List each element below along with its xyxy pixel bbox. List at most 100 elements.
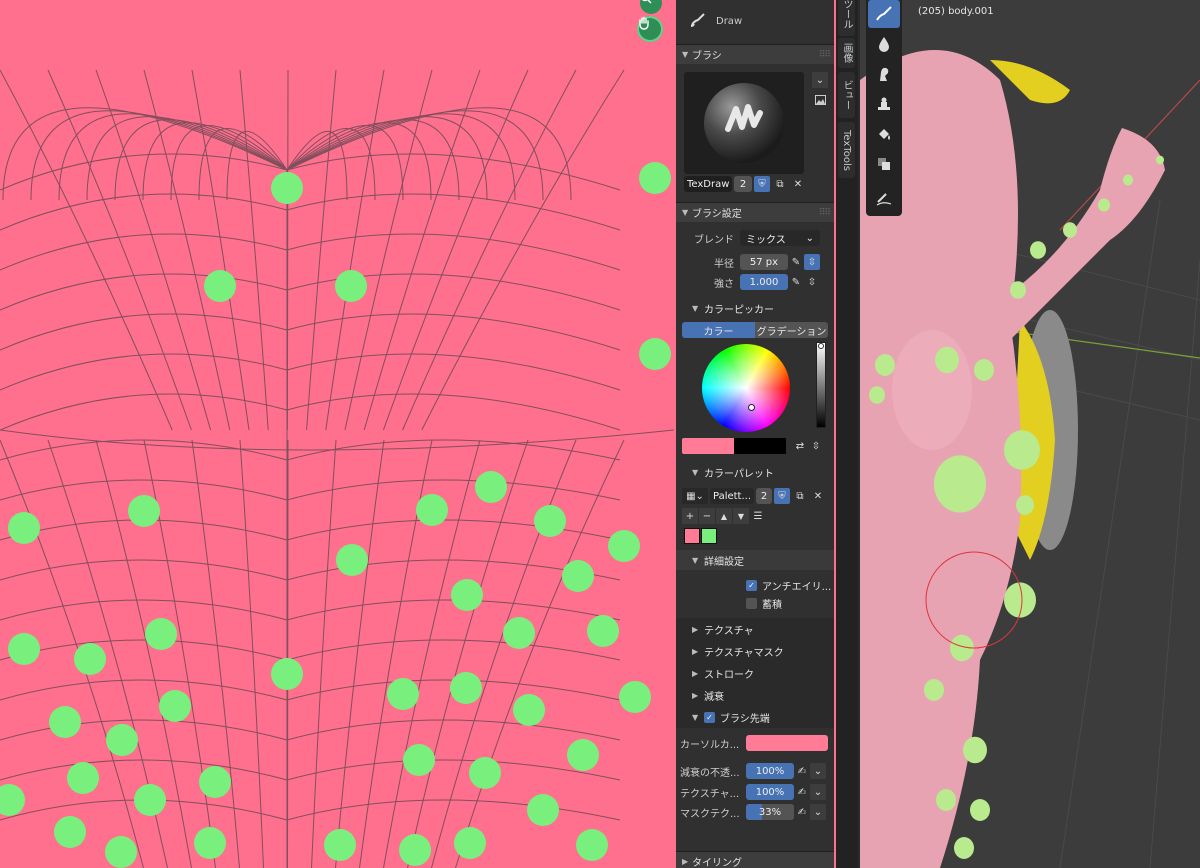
- strength-label: 強さ: [714, 278, 734, 290]
- antialias-checkbox[interactable]: ✓: [746, 579, 757, 591]
- draw-tool-icon[interactable]: [868, 0, 900, 28]
- remove-color-icon[interactable]: −: [699, 508, 715, 524]
- uv-paint-dot: [8, 512, 40, 544]
- texture-section[interactable]: ▶ テクスチャ: [676, 618, 834, 640]
- 3d-viewport[interactable]: (205) body.001: [860, 0, 1200, 868]
- cursor-color-swatch[interactable]: [746, 735, 828, 751]
- falloff-section[interactable]: ▶ 減衰: [676, 684, 834, 706]
- uv-paint-dot: [199, 766, 231, 798]
- color-wheel[interactable]: [702, 344, 790, 432]
- hand-pan-icon[interactable]: [637, 16, 663, 42]
- color-unified-icon[interactable]: ⇳: [808, 438, 824, 454]
- tiling-header[interactable]: ▶ タイリング: [676, 851, 834, 868]
- radius-unit-icon[interactable]: ⇳: [804, 254, 820, 270]
- advanced-settings-header[interactable]: ▼ 詳細設定: [676, 550, 834, 570]
- mask-texture-opacity-value: 33%: [758, 806, 782, 818]
- pen-pressure-icon[interactable]: ✎: [788, 274, 804, 290]
- mesh-paint-dot: [935, 346, 959, 374]
- add-color-icon[interactable]: +: [682, 508, 698, 524]
- close-icon[interactable]: ✕: [790, 176, 806, 192]
- texture-title: テクスチャ: [704, 625, 754, 637]
- palette-name-field[interactable]: Palett...: [710, 488, 754, 504]
- mesh-paint-dot: [1004, 430, 1040, 470]
- texture-opacity-slider[interactable]: 100%: [746, 784, 794, 800]
- brush-icon[interactable]: ✍: [794, 763, 810, 779]
- active-tool-header: Draw: [676, 0, 834, 44]
- uv-paint-dot: [454, 827, 486, 859]
- move-down-icon[interactable]: ▼: [733, 508, 749, 524]
- uv-mesh: [0, 69, 674, 868]
- chevron-right-icon: ▶: [692, 668, 699, 678]
- strength-slider[interactable]: 1.000: [740, 274, 788, 290]
- tab-view[interactable]: ビュー: [838, 72, 855, 118]
- antialias-option[interactable]: ✓ アンチエイリ...: [746, 576, 834, 594]
- color-swatch-row: ⇄ ⇳: [676, 436, 834, 456]
- brush-tip-checkbox[interactable]: ✓: [704, 711, 715, 723]
- tab-tool[interactable]: ツール: [838, 0, 855, 36]
- swap-colors-icon[interactable]: ⇄: [792, 438, 808, 454]
- color-picker-header[interactable]: ▼ カラーピッカー: [676, 298, 834, 318]
- strength-unified-icon[interactable]: ⇳: [804, 274, 820, 290]
- radius-slider[interactable]: 57 px: [740, 254, 788, 270]
- accumulate-option[interactable]: 蓄積: [746, 594, 834, 612]
- brush-tip-section[interactable]: ▼ ✓ ブラシ先端: [676, 706, 834, 728]
- chevron-down-icon[interactable]: ⌄: [810, 804, 826, 820]
- mesh-paint-dot: [974, 359, 994, 381]
- primary-color-swatch[interactable]: [682, 438, 734, 454]
- palette-browse-icon[interactable]: ▦⌄: [682, 488, 708, 504]
- brush-preview[interactable]: [684, 72, 804, 174]
- radius-row: 半径 57 px ✎ ⇳: [676, 252, 834, 272]
- texture-mask-section[interactable]: ▶ テクスチャマスク: [676, 640, 834, 662]
- accumulate-checkbox[interactable]: [746, 597, 757, 609]
- drag-grip-icon[interactable]: ⠿⠿: [819, 208, 831, 218]
- soften-tool-icon[interactable]: [868, 30, 900, 58]
- brush-dropdown-button[interactable]: ⌄: [812, 72, 828, 88]
- brush-section-header[interactable]: ▼ ブラシ ⠿⠿: [676, 44, 834, 64]
- uv-paint-dot: [0, 784, 25, 816]
- color-picker-title: カラーピッカー: [704, 304, 774, 316]
- uv-paint-dot: [608, 530, 640, 562]
- stroke-section[interactable]: ▶ ストローク: [676, 662, 834, 684]
- brush-icon[interactable]: ✍: [794, 784, 810, 800]
- brush-settings-header[interactable]: ▼ ブラシ設定 ⠿⠿: [676, 202, 834, 222]
- blend-dropdown[interactable]: ミックス ⌄: [740, 230, 820, 246]
- smear-tool-icon[interactable]: [868, 60, 900, 88]
- mesh-paint-dot: [954, 837, 974, 859]
- uv-editor-canvas[interactable]: [0, 0, 674, 868]
- duplicate-icon[interactable]: ⧉: [792, 488, 808, 504]
- sort-icon[interactable]: ☰: [750, 508, 766, 524]
- value-slider[interactable]: [816, 342, 826, 428]
- falloff-opacity-label: 減衰の不透...: [680, 767, 740, 779]
- move-up-icon[interactable]: ▲: [716, 508, 732, 524]
- fake-user-shield-icon[interactable]: ⛨: [754, 176, 770, 192]
- color-mode-tabs: カラー グラデーション: [682, 322, 828, 338]
- brush-name-field[interactable]: TexDraw: [684, 176, 732, 192]
- chevron-down-icon[interactable]: ⌄: [810, 763, 826, 779]
- clone-tool-icon[interactable]: [868, 90, 900, 118]
- chevron-down-icon[interactable]: ⌄: [810, 784, 826, 800]
- mask-texture-opacity-slider[interactable]: 33%: [746, 804, 794, 820]
- color-palette-header[interactable]: ▼ カラーパレット: [676, 462, 834, 482]
- uv-paint-dot: [128, 495, 160, 527]
- secondary-color-swatch[interactable]: [734, 438, 786, 454]
- fake-user-shield-icon[interactable]: ⛨: [774, 488, 790, 504]
- brush-icon[interactable]: ✍: [794, 804, 810, 820]
- uv-paint-dot: [106, 724, 138, 756]
- annotate-tool-icon[interactable]: [868, 184, 900, 212]
- tab-image[interactable]: 画像: [838, 38, 855, 68]
- close-icon[interactable]: ✕: [810, 488, 826, 504]
- tab-textools[interactable]: TexTools: [838, 122, 855, 178]
- drag-grip-icon[interactable]: ⠿⠿: [819, 50, 831, 60]
- tab-gradient[interactable]: グラデーション: [755, 322, 828, 338]
- duplicate-icon[interactable]: ⧉: [772, 176, 788, 192]
- pen-pressure-icon[interactable]: ✎: [788, 254, 804, 270]
- palette-swatch-pink[interactable]: [684, 528, 700, 544]
- uv-edge: [30, 110, 288, 201]
- palette-swatch-green[interactable]: [701, 528, 717, 544]
- image-icon[interactable]: [812, 92, 828, 108]
- falloff-opacity-slider[interactable]: 100%: [746, 763, 794, 779]
- tab-color[interactable]: カラー: [682, 322, 755, 338]
- color-wheel-cursor[interactable]: [748, 404, 755, 411]
- fill-tool-icon[interactable]: [868, 120, 900, 148]
- mask-tool-icon[interactable]: [868, 150, 900, 178]
